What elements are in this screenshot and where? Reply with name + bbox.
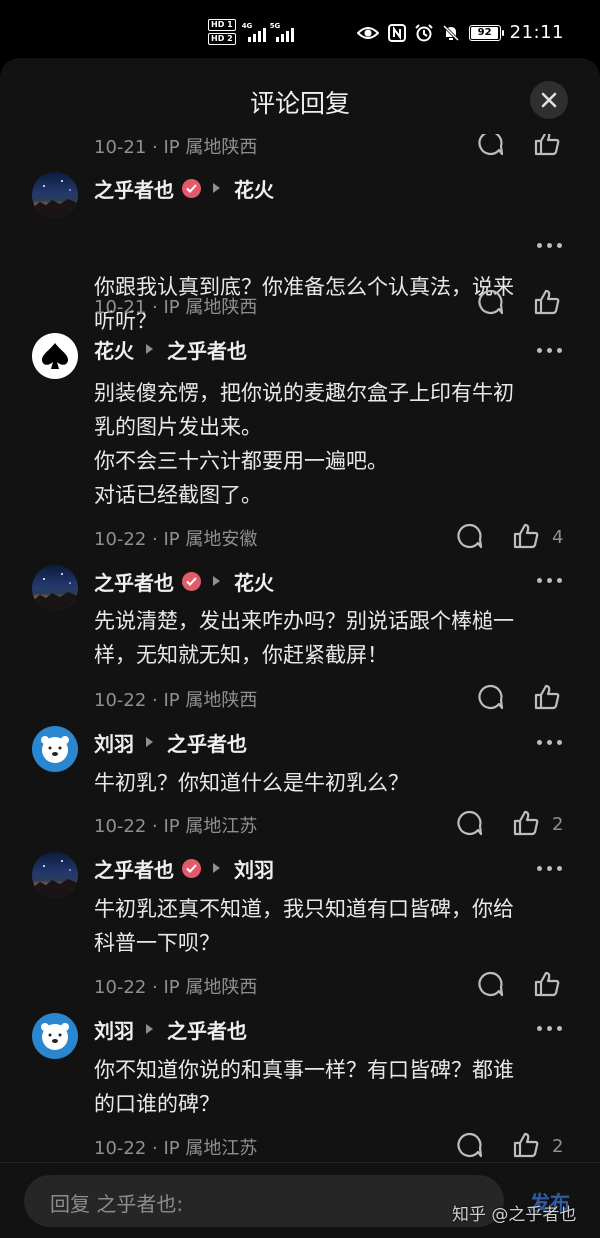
signal-icon: 4G bbox=[242, 22, 266, 42]
avatar[interactable] bbox=[32, 852, 78, 898]
reply-icon[interactable] bbox=[456, 809, 484, 837]
nfc-icon bbox=[387, 23, 406, 42]
signal-icon: 5G bbox=[270, 22, 294, 42]
watermark: 知乎 @之乎者也 bbox=[452, 1205, 577, 1225]
like-count: 4 bbox=[552, 527, 564, 548]
author-name[interactable]: 之乎者也 bbox=[94, 567, 174, 596]
author-name[interactable]: 花火 bbox=[94, 335, 134, 364]
reply-arrow-icon bbox=[213, 863, 220, 873]
reply-placeholder: 回复 之乎者也: bbox=[50, 1192, 184, 1216]
author-name[interactable]: 刘羽 bbox=[94, 1015, 134, 1044]
alarm-icon bbox=[414, 23, 433, 41]
verified-badge bbox=[182, 858, 201, 878]
author-name[interactable]: 之乎者也 bbox=[94, 854, 174, 883]
network-indicators: HD 1 HD 2 4G 5G bbox=[208, 19, 294, 45]
hd-indicators: HD 1 HD 2 bbox=[208, 19, 236, 45]
reply-to-name[interactable]: 之乎者也 bbox=[167, 1015, 247, 1044]
more-options-icon[interactable] bbox=[537, 348, 562, 353]
like-icon[interactable] bbox=[533, 970, 561, 998]
comment-text[interactable]: 牛初乳还真不知道，我只知道有口皆碑，你给 科普一下呗？ bbox=[94, 892, 574, 960]
comment-meta: 10-21 · IP 属地陕西 bbox=[94, 297, 258, 318]
battery-level: 92 bbox=[477, 26, 492, 38]
like-icon[interactable] bbox=[512, 809, 540, 837]
avatar[interactable] bbox=[32, 1013, 78, 1059]
comment-reply-sheet: 评论回复 10-21 · IP 属地陕西 之乎者也 花火 你跟我认真到底？你准备… bbox=[0, 58, 600, 1238]
like-icon[interactable] bbox=[512, 1131, 540, 1159]
comment-header: 之乎者也 花火 bbox=[94, 174, 274, 202]
more-options-icon[interactable] bbox=[537, 578, 562, 583]
reply-to-name[interactable]: 之乎者也 bbox=[167, 335, 247, 364]
comment-meta: 10-21 · IP 属地陕西 bbox=[94, 137, 258, 158]
status-icons: 92 21:11 bbox=[356, 22, 564, 43]
comment-header: 刘羽 之乎者也 bbox=[94, 1015, 247, 1043]
reply-to-name[interactable]: 之乎者也 bbox=[167, 728, 247, 757]
more-options-icon[interactable] bbox=[537, 243, 562, 248]
avatar[interactable] bbox=[32, 726, 78, 772]
mute-bell-icon bbox=[442, 24, 459, 41]
like-count: 2 bbox=[552, 1136, 564, 1157]
sheet-title: 评论回复 bbox=[249, 89, 350, 118]
reply-icon[interactable] bbox=[477, 683, 505, 711]
reply-icon[interactable] bbox=[456, 1131, 484, 1159]
comment-header: 刘羽 之乎者也 bbox=[94, 728, 247, 756]
clock: 21:11 bbox=[509, 22, 564, 43]
reply-arrow-icon bbox=[146, 737, 153, 747]
reply-arrow-icon bbox=[146, 344, 153, 354]
reply-arrow-icon bbox=[213, 576, 220, 586]
author-name[interactable]: 刘羽 bbox=[94, 728, 134, 757]
battery-icon: 92 bbox=[468, 24, 504, 41]
eye-icon bbox=[356, 26, 379, 39]
comment-header: 之乎者也 刘羽 bbox=[94, 854, 274, 882]
like-icon[interactable] bbox=[533, 288, 561, 316]
avatar[interactable] bbox=[32, 333, 78, 379]
reply-arrow-icon bbox=[146, 1024, 153, 1034]
status-bar: HD 1 HD 2 4G 5G 92 21:11 bbox=[0, 0, 600, 62]
spade-icon bbox=[42, 343, 68, 369]
more-options-icon[interactable] bbox=[537, 866, 562, 871]
reply-to-name[interactable]: 花火 bbox=[234, 174, 274, 203]
reply-icon[interactable] bbox=[477, 288, 505, 316]
comment-meta: 10-22 · IP 属地陕西 bbox=[94, 977, 258, 998]
like-icon[interactable] bbox=[512, 522, 540, 550]
reply-input[interactable]: 回复 之乎者也: bbox=[24, 1175, 504, 1227]
reply-arrow-icon bbox=[213, 183, 220, 193]
comment-text[interactable]: 别装傻充愣，把你说的麦趣尔盒子上印有牛初 乳的图片发出来。 你不会三十六计都要用… bbox=[94, 376, 574, 512]
hd2-badge: HD 2 bbox=[208, 33, 236, 45]
author-name[interactable]: 之乎者也 bbox=[94, 174, 174, 203]
comment-header: 花火 之乎者也 bbox=[94, 335, 247, 363]
more-options-icon[interactable] bbox=[537, 1026, 562, 1031]
close-button[interactable] bbox=[530, 81, 568, 119]
verified-badge bbox=[182, 571, 201, 591]
comment-text[interactable]: 你不知道你说的和真事一样？有口皆碑？都谁 的口谁的碑？ bbox=[94, 1053, 574, 1121]
reply-icon[interactable] bbox=[477, 970, 505, 998]
avatar[interactable] bbox=[32, 172, 78, 218]
comment-meta: 10-22 · IP 属地江苏 bbox=[94, 1138, 258, 1159]
reply-to-name[interactable]: 花火 bbox=[234, 567, 274, 596]
polar-bear-icon bbox=[41, 1023, 69, 1050]
comment-meta: 10-22 · IP 属地江苏 bbox=[94, 816, 258, 837]
comment-text[interactable]: 先说清楚，发出来咋办吗？别说话跟个棒槌一 样，无知就无知，你赶紧截屏！ bbox=[94, 604, 574, 672]
comment-text[interactable]: 牛初乳？你知道什么是牛初乳么？ bbox=[94, 766, 574, 800]
comment-meta: 10-22 · IP 属地安徽 bbox=[94, 529, 258, 550]
more-options-icon[interactable] bbox=[537, 740, 562, 745]
like-count: 2 bbox=[552, 814, 564, 835]
close-icon bbox=[541, 92, 557, 108]
like-icon[interactable] bbox=[533, 683, 561, 711]
polar-bear-icon bbox=[41, 736, 69, 763]
verified-badge bbox=[182, 178, 201, 198]
sheet-header: 评论回复 bbox=[0, 58, 600, 134]
comment-meta: 10-22 · IP 属地陕西 bbox=[94, 690, 258, 711]
comment-header: 之乎者也 花火 bbox=[94, 567, 274, 595]
avatar[interactable] bbox=[32, 565, 78, 611]
reply-icon[interactable] bbox=[456, 522, 484, 550]
hd1-badge: HD 1 bbox=[208, 19, 236, 31]
reply-to-name[interactable]: 刘羽 bbox=[234, 854, 274, 883]
